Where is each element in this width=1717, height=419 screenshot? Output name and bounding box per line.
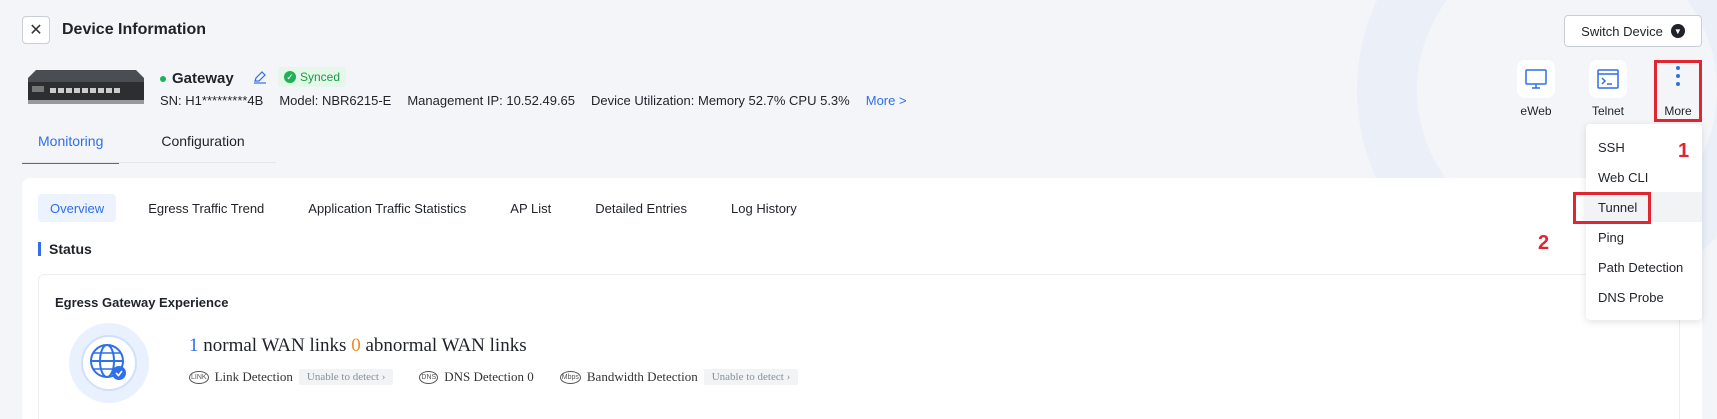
egress-gateway-card: Egress Gateway Experience 1 normal WAN l… xyxy=(38,274,1680,419)
more-tool-label[interactable]: More xyxy=(1654,104,1702,118)
tab-monitoring[interactable]: Monitoring xyxy=(22,127,120,164)
content-panel: Overview Egress Traffic Trend Applicatio… xyxy=(22,178,1702,419)
device-sn: SN: H1*********4B xyxy=(160,93,264,108)
subtab-detailed-entries[interactable]: Detailed Entries xyxy=(583,194,699,222)
link-icon: LINK xyxy=(189,370,209,384)
page-title: Device Information xyxy=(62,21,207,38)
close-icon: ✕ xyxy=(29,22,43,39)
menu-item-path-detection[interactable]: Path Detection xyxy=(1586,252,1702,282)
switch-device-button[interactable]: Switch Device ▼ xyxy=(1564,15,1702,47)
device-meta: SN: H1*********4B Model: NBR6215-E Manag… xyxy=(160,93,907,108)
dns-detection-label: DNS Detection 0 xyxy=(444,369,534,384)
more-vertical-icon[interactable] xyxy=(1676,66,1680,86)
telnet-label: Telnet xyxy=(1591,104,1625,118)
terminal-icon xyxy=(1589,60,1627,98)
eweb-tool[interactable]: eWeb xyxy=(1506,60,1566,118)
monitor-icon xyxy=(1517,60,1555,98)
device-image xyxy=(28,70,144,104)
switch-device-label: Switch Device xyxy=(1581,23,1663,39)
menu-item-dns-probe[interactable]: DNS Probe xyxy=(1586,282,1702,312)
normal-wan-count: 1 xyxy=(189,335,199,356)
online-dot xyxy=(160,75,166,82)
annotation-1: 1 xyxy=(1678,140,1690,162)
subtab-application-traffic[interactable]: Application Traffic Statistics xyxy=(296,194,478,222)
bandwidth-detection-status[interactable]: Unable to detect › xyxy=(703,369,799,385)
tab-divider xyxy=(22,162,276,163)
menu-item-web-cli[interactable]: Web CLI xyxy=(1586,162,1702,192)
check-icon: ✓ xyxy=(284,71,296,83)
edit-icon[interactable] xyxy=(253,70,267,84)
synced-badge: ✓ Synced xyxy=(278,67,347,87)
globe-icon xyxy=(69,323,149,403)
abnormal-wan-count: 0 xyxy=(351,335,361,356)
mbps-icon: Mbps xyxy=(559,370,581,384)
device-name: Gateway xyxy=(160,70,234,87)
card-title: Egress Gateway Experience xyxy=(55,295,229,310)
eweb-label: eWeb xyxy=(1520,104,1552,118)
chevron-down-icon: ▼ xyxy=(1670,24,1685,38)
subtab-ap-list[interactable]: AP List xyxy=(498,194,563,222)
tab-configuration[interactable]: Configuration xyxy=(145,127,260,164)
link-detection-status[interactable]: Unable to detect › xyxy=(298,369,394,385)
annotation-2: 2 xyxy=(1538,232,1550,254)
device-utilization: Device Utilization: Memory 52.7% CPU 5.3… xyxy=(591,93,850,108)
subtab-overview[interactable]: Overview xyxy=(38,194,117,222)
tunnel-highlight-box xyxy=(1573,192,1651,224)
device-name-label: Gateway xyxy=(172,70,234,87)
bandwidth-detection-label: Bandwidth Detection xyxy=(586,369,698,384)
sub-tabs: Overview Egress Traffic Trend Applicatio… xyxy=(38,194,819,222)
more-info-link[interactable]: More > xyxy=(866,93,907,108)
status-heading: Status xyxy=(38,242,92,256)
detection-row: LINK Link Detection Unable to detect › D… xyxy=(189,369,818,385)
synced-label: Synced xyxy=(300,70,341,84)
subtab-log-history[interactable]: Log History xyxy=(719,194,809,222)
close-button[interactable]: ✕ xyxy=(22,16,50,44)
subtab-egress-traffic-trend[interactable]: Egress Traffic Trend xyxy=(136,194,276,222)
link-detection-label: Link Detection xyxy=(214,369,293,384)
main-tabs: Monitoring Configuration xyxy=(22,127,287,164)
wan-links-summary: 1 normal WAN links 0 abnormal WAN links xyxy=(189,335,527,356)
telnet-tool[interactable]: Telnet xyxy=(1578,60,1638,118)
menu-item-ping[interactable]: Ping xyxy=(1586,222,1702,252)
device-ip: Management IP: 10.52.49.65 xyxy=(407,93,576,108)
dns-icon: DNS xyxy=(419,370,439,384)
device-model: Model: NBR6215-E xyxy=(279,93,392,108)
